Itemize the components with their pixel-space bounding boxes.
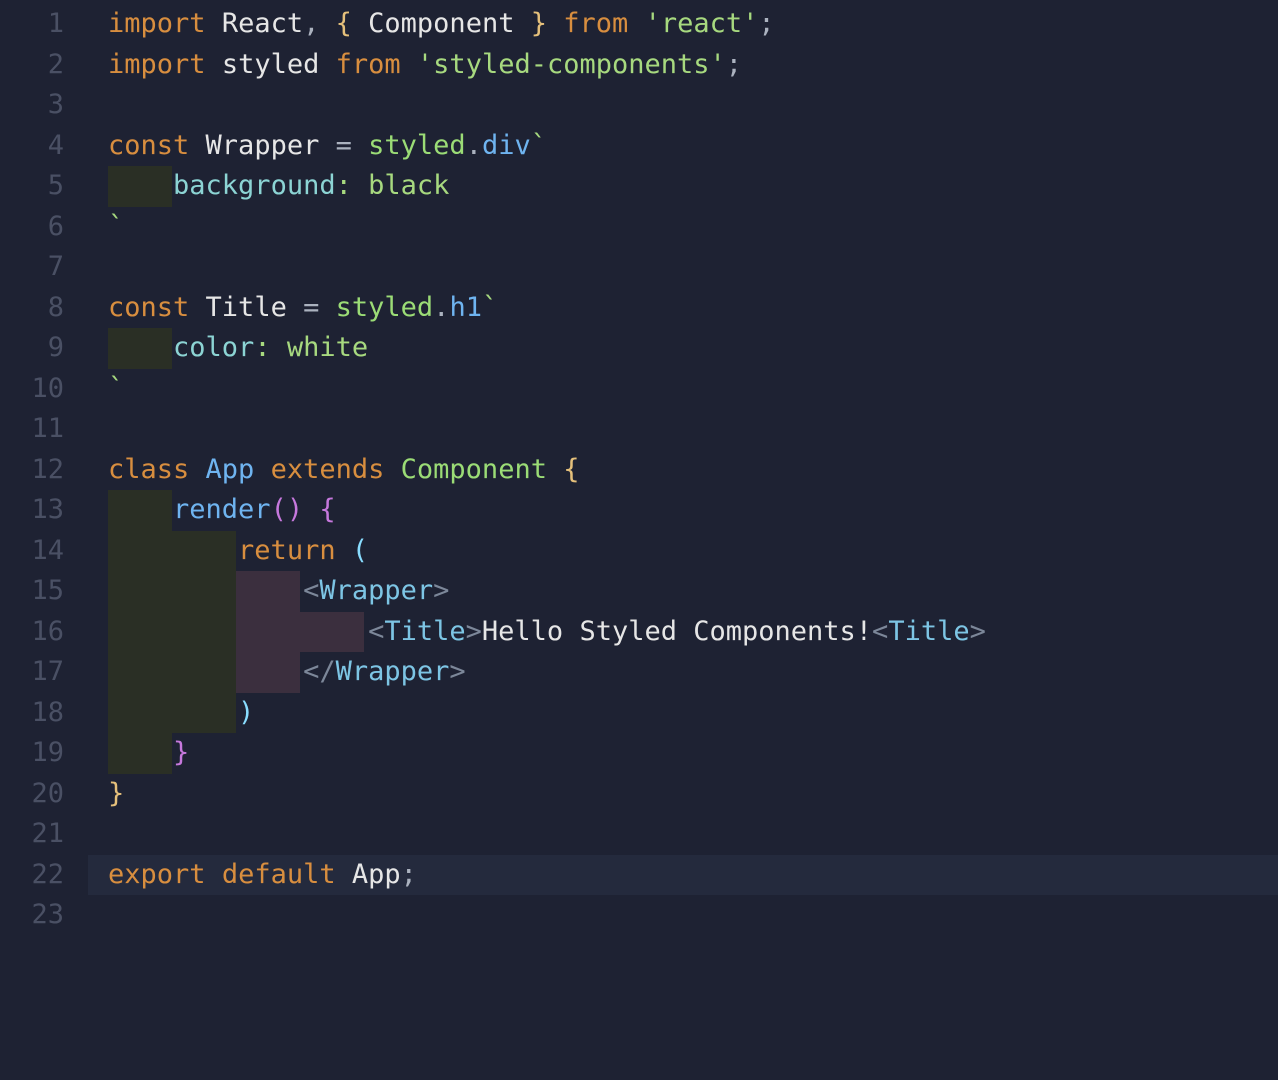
- line-number: 14: [0, 531, 88, 572]
- line-number: 16: [0, 612, 88, 653]
- code-area[interactable]: import React, { Component } from 'react'…: [88, 0, 1278, 1080]
- code-line[interactable]: render() {: [88, 490, 1278, 531]
- line-number: 12: [0, 450, 88, 491]
- line-number: 21: [0, 814, 88, 855]
- line-number: 19: [0, 733, 88, 774]
- code-line[interactable]: [88, 814, 1278, 855]
- code-line[interactable]: [88, 85, 1278, 126]
- line-number: 18: [0, 693, 88, 734]
- line-number: 3: [0, 85, 88, 126]
- code-line[interactable]: ): [88, 693, 1278, 734]
- line-number: 13: [0, 490, 88, 531]
- line-number: 15: [0, 571, 88, 612]
- code-line[interactable]: [88, 409, 1278, 450]
- code-line[interactable]: import styled from 'styled-components';: [88, 45, 1278, 86]
- code-line[interactable]: <Wrapper>: [88, 571, 1278, 612]
- code-editor[interactable]: 1 2 3 4 5 6 7 8 9 10 11 12 13 14 15 16 1…: [0, 0, 1278, 1080]
- line-number: 1: [0, 4, 88, 45]
- line-number: 17: [0, 652, 88, 693]
- line-number: 8: [0, 288, 88, 329]
- line-number: 4: [0, 126, 88, 167]
- line-number: 9: [0, 328, 88, 369]
- line-number: 10: [0, 369, 88, 410]
- code-line[interactable]: }: [88, 733, 1278, 774]
- code-line[interactable]: const Title = styled.h1`: [88, 288, 1278, 329]
- code-line[interactable]: export default App;: [88, 855, 1278, 896]
- line-number: 20: [0, 774, 88, 815]
- line-number: 5: [0, 166, 88, 207]
- gutter: 1 2 3 4 5 6 7 8 9 10 11 12 13 14 15 16 1…: [0, 0, 88, 1080]
- line-number: 22: [0, 855, 88, 896]
- line-number: 11: [0, 409, 88, 450]
- code-line[interactable]: </Wrapper>: [88, 652, 1278, 693]
- code-line[interactable]: `: [88, 207, 1278, 248]
- code-line[interactable]: import React, { Component } from 'react'…: [88, 4, 1278, 45]
- code-line[interactable]: }: [88, 774, 1278, 815]
- line-number: 2: [0, 45, 88, 86]
- code-line[interactable]: [88, 247, 1278, 288]
- code-line[interactable]: color: white: [88, 328, 1278, 369]
- line-number: 23: [0, 895, 88, 936]
- code-line[interactable]: return (: [88, 531, 1278, 572]
- code-line[interactable]: background: black: [88, 166, 1278, 207]
- code-line[interactable]: `: [88, 369, 1278, 410]
- code-line[interactable]: class App extends Component {: [88, 450, 1278, 491]
- code-line[interactable]: <Title>Hello Styled Components!<Title>: [88, 612, 1278, 653]
- code-line[interactable]: const Wrapper = styled.div`: [88, 126, 1278, 167]
- line-number: 7: [0, 247, 88, 288]
- line-number: 6: [0, 207, 88, 248]
- code-line[interactable]: [88, 895, 1278, 936]
